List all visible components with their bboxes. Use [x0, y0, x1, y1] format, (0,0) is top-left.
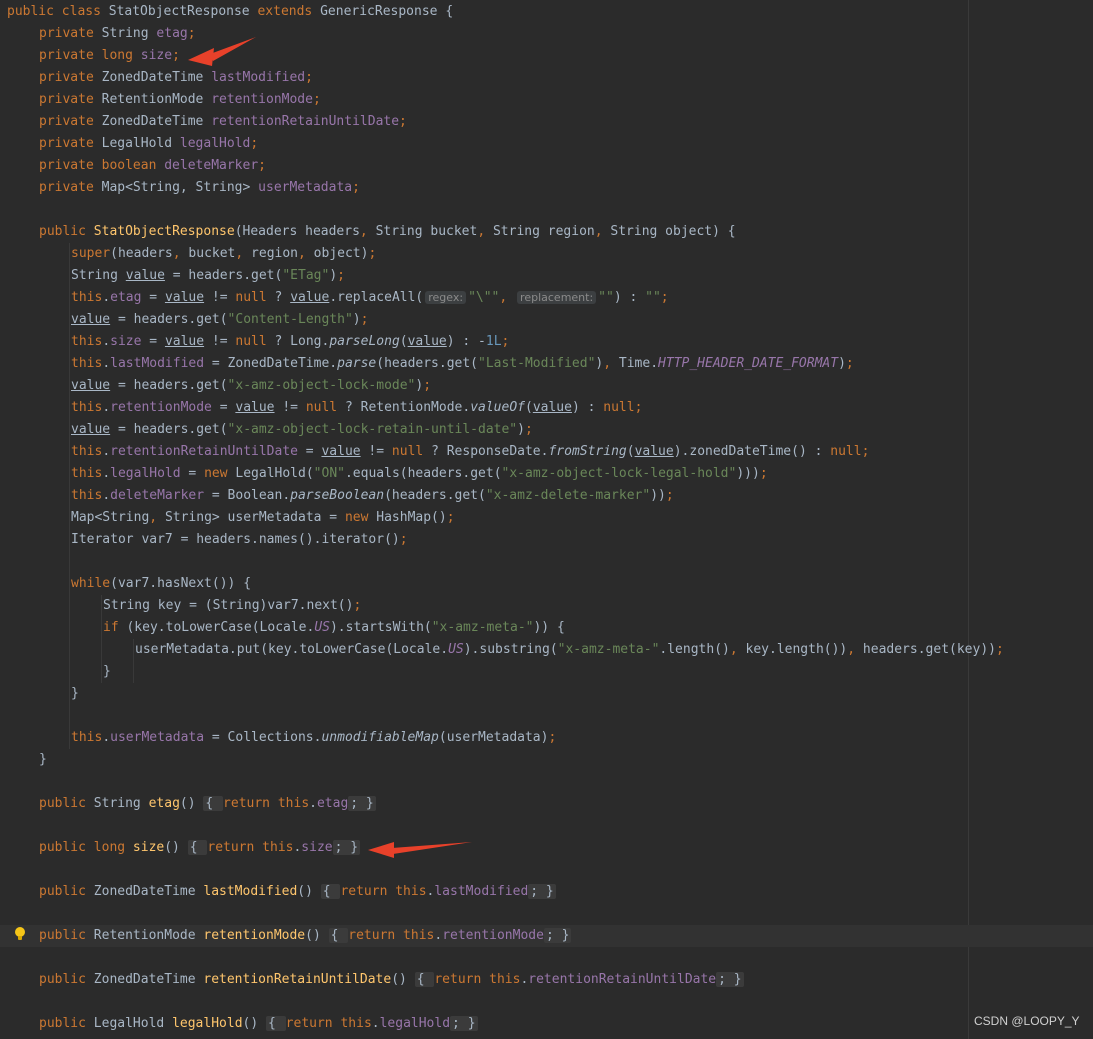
red-arrow-annotation: [188, 37, 472, 858]
red-arrow-annotation-top-head: [188, 48, 214, 66]
red-arrow-annotation-top: [210, 37, 256, 61]
code-editor[interactable]: public class StatObjectResponse extends …: [0, 0, 1093, 1039]
red-arrow-annotation-bottom-head: [368, 842, 394, 858]
watermark: CSDN @LOOPY_Y: [974, 1014, 1080, 1028]
red-arrow-annotation-bottom: [392, 842, 472, 854]
